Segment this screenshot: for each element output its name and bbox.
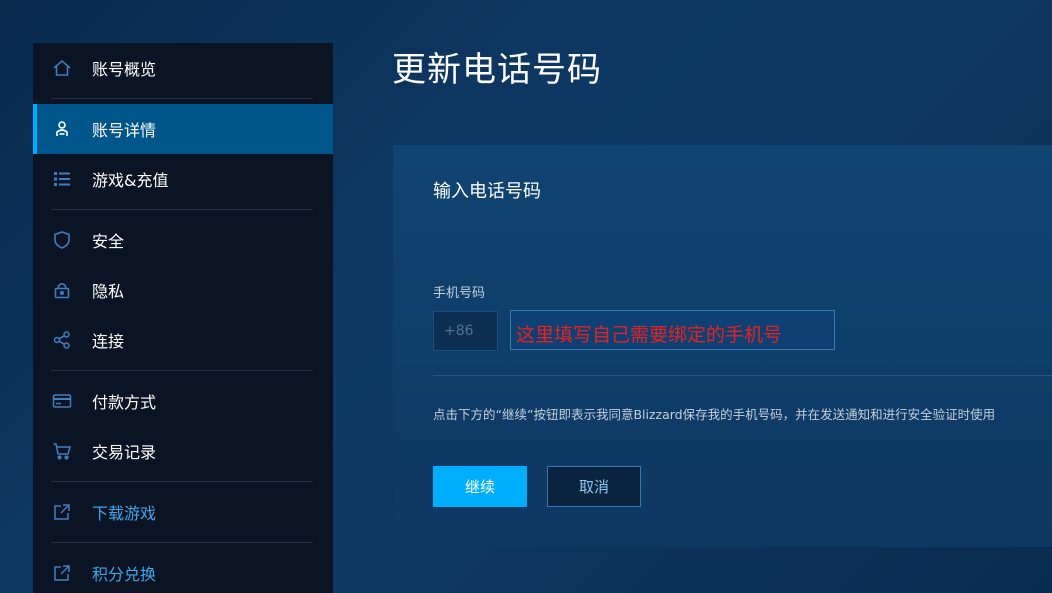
sidebar-item-connections[interactable]: 连接 [33,315,333,365]
phone-annotation-text: 这里填写自己需要绑定的手机号 [516,324,783,346]
sidebar-item-payment-methods[interactable]: 付款方式 [33,376,333,426]
sidebar-item-account-details[interactable]: 账号详情 [33,104,333,154]
cancel-button[interactable]: 取消 [547,466,641,507]
list-icon [51,168,73,190]
sidebar-divider [51,370,313,371]
sidebar-divider [51,209,313,210]
sidebar-item-privacy[interactable]: 隐私 [33,265,333,315]
sidebar-divider [51,481,313,482]
shield-icon [51,229,73,251]
sidebar-item-label: 安全 [92,232,125,251]
credit-card-icon [51,390,73,412]
home-icon [51,57,73,79]
sidebar-divider [51,542,313,543]
sidebar-item-label: 账号详情 [92,121,157,140]
sidebar-item-security[interactable]: 安全 [33,215,333,265]
phone-field-label: 手机号码 [433,286,486,301]
sidebar-item-label: 下载游戏 [92,504,157,523]
phone-number-input[interactable]: 这里填写自己需要绑定的手机号 [510,310,835,350]
sidebar-item-label: 交易记录 [92,443,157,462]
share-icon [51,329,73,351]
user-icon [51,118,73,140]
sidebar-divider [51,98,313,99]
sidebar-item-label: 积分兑换 [92,565,157,584]
sidebar: 账号概览 账号详情 游戏&充值 安全 隐私 连接 付款方式 交易记录 下载游戏 … [33,43,333,593]
sidebar-item-account-overview[interactable]: 账号概览 [33,43,333,93]
cart-icon [51,440,73,462]
external-link-icon [51,501,73,523]
country-code-field[interactable]: +86 [433,311,498,351]
phone-form-card: 输入电话号码 手机号码 +86 这里填写自己需要绑定的手机号 点击下方的“继续”… [393,145,1052,547]
sidebar-item-label: 付款方式 [92,393,157,412]
sidebar-item-label: 隐私 [92,282,125,301]
sidebar-item-games-recharge[interactable]: 游戏&充值 [33,154,333,204]
continue-button[interactable]: 继续 [433,466,527,507]
sidebar-item-label: 账号概览 [92,60,157,79]
sidebar-item-label: 游戏&充值 [92,171,169,190]
form-divider [433,375,1052,376]
sidebar-item-label: 连接 [92,332,125,351]
page-title: 更新电话号码 [392,50,602,90]
sidebar-item-points-redeem[interactable]: 积分兑换 [33,548,333,593]
card-title: 输入电话号码 [433,181,541,202]
consent-text: 点击下方的“继续”按钮即表示我同意Blizzard保存我的手机号码，并在发送通知… [433,407,996,422]
external-link-icon [51,562,73,584]
sidebar-item-download-games[interactable]: 下载游戏 [33,487,333,537]
lock-icon [51,279,73,301]
sidebar-item-transaction-history[interactable]: 交易记录 [33,426,333,476]
